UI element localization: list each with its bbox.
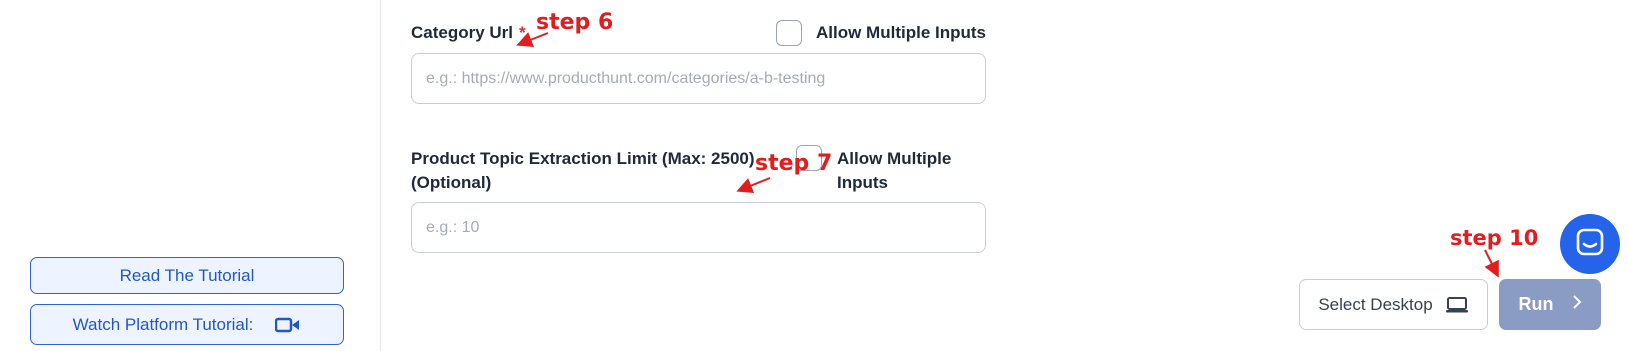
extraction-limit-input[interactable] — [411, 202, 986, 253]
step-10-annotation: step 10 — [1450, 226, 1539, 250]
run-button[interactable]: Run — [1499, 279, 1601, 330]
allow-multiple-inputs-label-url: Allow Multiple Inputs — [816, 23, 986, 42]
category-url-input[interactable] — [411, 53, 986, 104]
video-camera-icon — [275, 316, 301, 334]
allow-multiple-inputs-label-limit: Allow Multiple Inputs — [837, 149, 952, 192]
read-tutorial-button[interactable]: Read The Tutorial — [30, 257, 344, 294]
step-10-arrow — [1484, 249, 1499, 278]
watch-tutorial-button[interactable]: Watch Platform Tutorial: — [30, 304, 344, 345]
chat-support-button[interactable] — [1560, 214, 1620, 274]
step-6-annotation: step 6 — [536, 10, 614, 35]
watch-tutorial-label: Watch Platform Tutorial: — [72, 314, 254, 334]
select-desktop-button[interactable]: Select Desktop — [1299, 279, 1488, 330]
chevron-right-icon — [1572, 293, 1582, 316]
category-url-label-text: Category Url — [411, 23, 514, 42]
page: Read The Tutorial Watch Platform Tutoria… — [0, 0, 1628, 351]
required-asterisk: * — [519, 23, 526, 42]
laptop-icon — [1445, 296, 1469, 314]
select-desktop-label: Select Desktop — [1318, 294, 1433, 314]
sidebar: Read The Tutorial Watch Platform Tutoria… — [0, 0, 381, 351]
run-label: Run — [1518, 294, 1554, 314]
allow-multiple-inputs-checkbox-url[interactable] — [776, 20, 802, 46]
chat-icon — [1575, 227, 1605, 262]
read-tutorial-label: Read The Tutorial — [119, 265, 255, 285]
step-7-annotation: step 7 — [755, 151, 833, 176]
category-url-label: Category Url * — [411, 21, 526, 45]
extraction-limit-label: Product Topic Extraction Limit (Max: 250… — [411, 149, 755, 192]
